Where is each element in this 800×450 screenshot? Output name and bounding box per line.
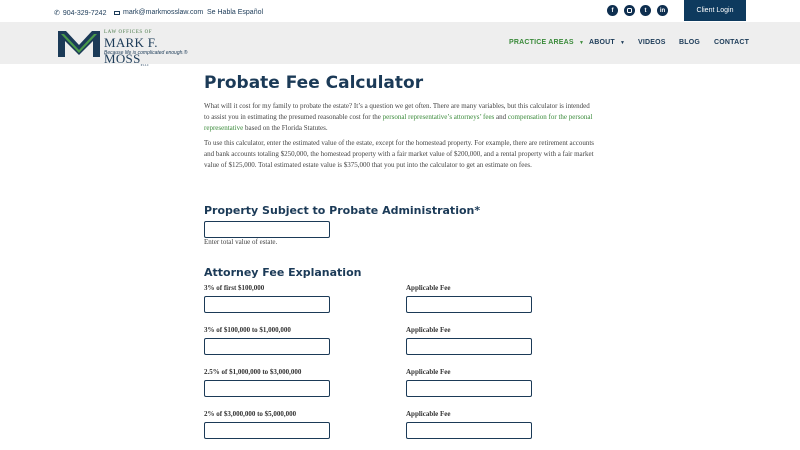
dropdown-caret-icon: ▼ [620,40,626,46]
estate-value-input[interactable] [204,221,330,238]
applicable-fee-input[interactable] [406,296,532,313]
client-login-button[interactable]: Client Login [684,0,746,21]
fee-heading: Attorney Fee Explanation [204,266,362,279]
logo-tagline: Because life is complicated enough.® [104,50,188,56]
espanol-link[interactable]: Se Habla Español [207,9,263,16]
fee-tier-input[interactable] [204,296,330,313]
fee-tier-label: 3% of $100,000 to $1,000,000 [204,326,291,334]
applicable-fee-label: Applicable Fee [406,368,451,376]
facebook-icon[interactable]: f [607,5,618,16]
intro-paragraph: What will it cost for my family to proba… [204,102,593,132]
instagram-icon[interactable] [624,5,635,16]
linkedin-icon[interactable]: in [657,5,668,16]
nav-videos[interactable]: VIDEOS [638,39,666,46]
logo-suffix: PLLC [140,63,150,67]
fee-tier-label: 3% of first $100,000 [204,284,265,292]
email-link[interactable]: mark@markmosslaw.com [114,9,203,16]
email-address: mark@markmosslaw.com [123,9,204,16]
dropdown-caret-icon: ▼ [578,40,585,46]
fee-tier-input[interactable] [204,422,330,439]
twitter-icon[interactable]: t [640,5,651,16]
top-bar: ✆ 904-329-7242 mark@markmosslaw.com Se H… [0,0,800,23]
applicable-fee-label: Applicable Fee [406,410,451,418]
applicable-fee-input[interactable] [406,380,532,397]
applicable-fee-input[interactable] [406,422,532,439]
site-header: LAW OFFICES OF MARK F. MOSSPLLC Because … [0,22,800,67]
nav-about[interactable]: ABOUT ▼ [589,39,625,46]
phone-link[interactable]: ✆ 904-329-7242 [54,9,107,18]
fee-tier-label: 2% of $3,000,000 to $5,000,000 [204,410,297,418]
nav-practice-areas[interactable]: PRACTICE AREAS ▼ [509,39,584,46]
nav-contact[interactable]: CONTACT [714,39,749,46]
applicable-fee-label: Applicable Fee [406,326,451,334]
site-logo[interactable]: LAW OFFICES OF MARK F. MOSSPLLC Because … [58,29,198,67]
fee-tier-label: 2.5% of $1,000,000 to $3,000,000 [204,368,302,376]
envelope-icon [114,10,120,15]
phone-icon: ✆ [54,10,60,17]
fee-tier-input[interactable] [204,338,330,355]
phone-number: 904-329-7242 [62,9,107,17]
nav-blog[interactable]: BLOG [679,39,700,46]
applicable-fee-input[interactable] [406,338,532,355]
instructions-paragraph: To use this calculator, enter the estima… [204,139,595,169]
applicable-fee-label: Applicable Fee [406,284,451,292]
fee-tier-input[interactable] [204,380,330,397]
attorneys-fees-link[interactable]: personal representative’s attorneys’ fee… [383,113,495,121]
property-heading: Property Subject to Probate Administrati… [204,204,481,217]
page-title: Probate Fee Calculator [204,73,424,93]
estate-value-helper: Enter total value of estate. [204,238,278,246]
logo-mark-icon [58,31,100,57]
